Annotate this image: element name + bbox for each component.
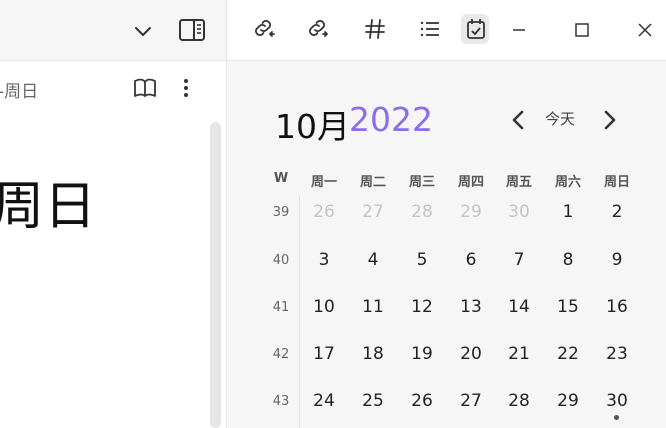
calendar-day[interactable]: 1 [548, 202, 588, 222]
calendar-day[interactable]: 15 [548, 297, 588, 317]
calendar-day[interactable]: 5 [402, 250, 442, 270]
calendar-day[interactable]: 16 [597, 297, 637, 317]
calendar-day[interactable]: 26 [304, 202, 344, 222]
calendar-day[interactable]: 26 [402, 391, 442, 411]
calendar-day[interactable]: 14 [499, 297, 539, 317]
weekday-header: 周日 [603, 175, 630, 190]
chevron-down-icon[interactable] [132, 20, 154, 42]
tags-icon [365, 19, 385, 39]
calendar-button[interactable] [461, 14, 489, 44]
maximize-icon[interactable] [570, 18, 594, 42]
calendar-day[interactable]: 30 [597, 391, 637, 411]
outgoing-links-button[interactable] [303, 14, 333, 44]
weekday-header: 周四 [457, 175, 484, 190]
previous-month-icon[interactable] [509, 108, 527, 132]
calendar-day[interactable]: 12 [402, 297, 442, 317]
week-number[interactable]: 39 [266, 205, 296, 220]
reading-view-icon[interactable] [133, 77, 157, 99]
weekday-header: 周五 [505, 175, 532, 190]
week-number[interactable]: 42 [266, 347, 296, 362]
calendar-day[interactable]: 10 [304, 297, 344, 317]
outline-button[interactable] [415, 14, 445, 44]
calendar-day[interactable]: 29 [548, 391, 588, 411]
calendar-day[interactable]: 22 [548, 344, 588, 364]
calendar-day[interactable]: 7 [499, 250, 539, 270]
week-number[interactable]: 43 [266, 394, 296, 409]
weekday-header: 周六 [554, 175, 581, 190]
tags-button[interactable] [360, 14, 390, 44]
next-month-icon[interactable] [601, 108, 619, 132]
calendar-day[interactable]: 4 [353, 250, 393, 270]
calendar-day[interactable]: 27 [353, 202, 393, 222]
note-indicator-dot [614, 415, 619, 420]
outline-icon [420, 21, 439, 37]
weekday-header: 周三 [408, 175, 435, 190]
calendar-day[interactable]: 19 [402, 344, 442, 364]
calendar-day[interactable]: 28 [499, 391, 539, 411]
calendar-day[interactable]: 30 [499, 202, 539, 222]
calendar-icon [467, 19, 485, 39]
week-number[interactable]: 41 [266, 300, 296, 315]
calendar-day[interactable]: 13 [451, 297, 491, 317]
week-number-divider [299, 196, 300, 428]
backlinks-button[interactable] [249, 14, 279, 44]
calendar-day[interactable]: 25 [353, 391, 393, 411]
calendar-day[interactable]: 24 [304, 391, 344, 411]
breadcrumb: -周日 [0, 82, 39, 102]
calendar-day[interactable]: 18 [353, 344, 393, 364]
week-number[interactable]: 40 [266, 253, 296, 268]
calendar-day[interactable]: 11 [353, 297, 393, 317]
right-sidebar-toggle-icon[interactable] [178, 18, 206, 42]
editor-scrollbar[interactable] [210, 122, 221, 428]
week-column-header: W [273, 171, 289, 186]
calendar-day[interactable]: 23 [597, 344, 637, 364]
calendar-pane: 10月 2022 今天 W 周一 周二 周三 周四 周五 周六 周日 39 26 2… [226, 0, 666, 428]
today-button[interactable]: 今天 [545, 108, 575, 129]
calendar-day[interactable]: 6 [451, 250, 491, 270]
weekday-header: 周一 [310, 175, 337, 190]
more-options-icon[interactable] [178, 76, 194, 100]
editor-pane: -周日 周日 [0, 0, 226, 428]
calendar-day[interactable]: 20 [451, 344, 491, 364]
calendar-day[interactable]: 8 [548, 250, 588, 270]
tab-bar [0, 0, 226, 61]
calendar-day[interactable]: 9 [597, 250, 637, 270]
weekday-header: 周二 [359, 175, 386, 190]
outgoing-links-icon [309, 20, 328, 37]
calendar-year: 2022 [349, 100, 433, 139]
calendar-day[interactable]: 29 [451, 202, 491, 222]
calendar-day[interactable]: 2 [597, 202, 637, 222]
minimize-icon[interactable] [507, 18, 531, 42]
sidebar-toolbar [227, 0, 666, 61]
backlinks-icon [255, 20, 275, 37]
calendar-month: 10月 [275, 107, 350, 146]
note-title[interactable]: 周日 [0, 164, 96, 239]
close-icon[interactable] [633, 18, 657, 42]
calendar-day[interactable]: 27 [451, 391, 491, 411]
calendar-day[interactable]: 3 [304, 250, 344, 270]
calendar-day[interactable]: 28 [402, 202, 442, 222]
calendar-day[interactable]: 17 [304, 344, 344, 364]
calendar-day[interactable]: 21 [499, 344, 539, 364]
